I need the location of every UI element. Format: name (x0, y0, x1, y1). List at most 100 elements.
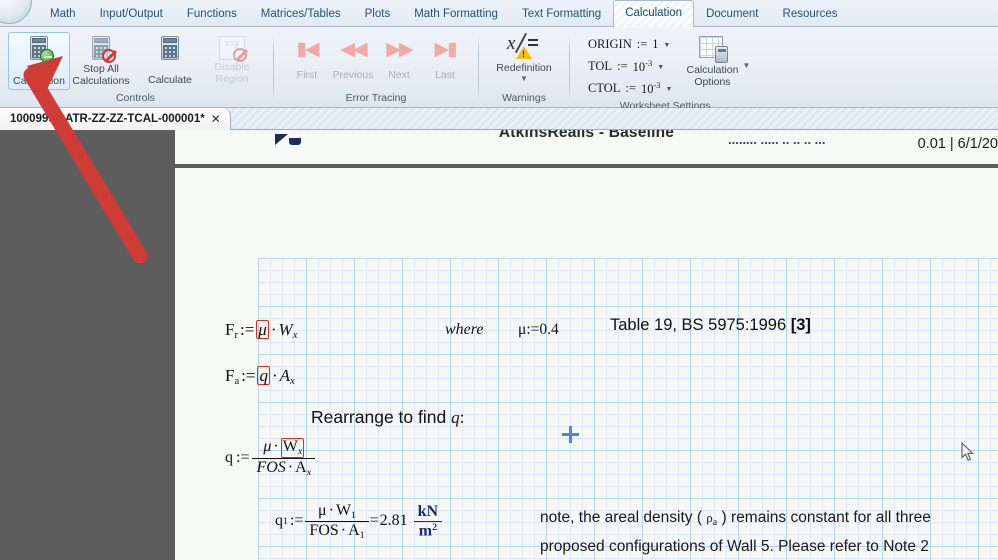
ribbon-body: Auto Calculation Stop All Calculations (0, 27, 998, 107)
eq3-lhs: q (225, 449, 233, 467)
disable-region-label-2: Region (215, 73, 248, 85)
ribbon-tab-strip: MathInput/OutputFunctionsMatrices/Tables… (0, 0, 998, 27)
chevron-down-icon[interactable]: ▼ (520, 75, 528, 83)
stop-all-label-1: Stop All (83, 63, 119, 75)
mu-assign: := (526, 321, 539, 338)
calculate-button[interactable]: Calculate (139, 32, 201, 90)
eq3-numerator: μ·Wx (252, 438, 315, 458)
stop-all-calculations-button[interactable]: Stop All Calculations (70, 32, 132, 90)
worksheet-workspace: AtkinsRéalis - Baseline ........ ..... .… (0, 130, 998, 560)
chevron-down-icon[interactable]: ▼ (657, 63, 664, 71)
ribbon-tab-text-formatting[interactable]: Text Formatting (510, 1, 613, 27)
insertion-crosshair-cursor (562, 426, 579, 443)
group-label-error-tracing: Error Tracing (278, 91, 474, 106)
eq4-numerator: μ·W1 (305, 502, 368, 521)
ribbon-tab-document[interactable]: Document (694, 1, 770, 27)
next-icon: ▶▶ (386, 40, 411, 60)
tol-name: TOL (588, 59, 612, 74)
eq4-unit: kN m2 (414, 503, 442, 540)
origin-assign: := (637, 37, 648, 52)
note-line-1: note, the areal density ( ρa ) remains c… (540, 506, 990, 535)
eq1-assign: := (240, 320, 254, 339)
chevron-down-icon[interactable]: ▼ (664, 41, 671, 49)
origin-setting[interactable]: ORIGIN := 1 ▼ (588, 34, 672, 55)
eq4-result-value: 2.81 (380, 512, 408, 530)
worksheet-settings-values: ORIGIN := 1 ▼ TOL := 10-3 ▼ CTOL (580, 32, 676, 99)
first-label: First (297, 69, 317, 81)
where-label: where (445, 321, 484, 339)
redefinition-button[interactable]: x Redefinition ▼ (489, 32, 559, 83)
rearrange-label: Rearrange to find (311, 407, 446, 427)
next-error-button[interactable]: ▶▶ Next (376, 32, 422, 81)
ribbon-tab-plots[interactable]: Plots (353, 1, 403, 27)
ctol-setting[interactable]: CTOL := 10-3 ▼ (588, 78, 672, 99)
note-text-region[interactable]: note, the areal density ( ρa ) remains c… (540, 506, 990, 560)
equation-q1-result[interactable]: q1:= μ·W1 FOS·A1 = 2.81 kN m2 (275, 502, 442, 541)
auto-calculation-button[interactable]: Auto Calculation (8, 32, 70, 90)
eq4-unit-numerator: kN (414, 503, 442, 521)
ribbon-tab-functions[interactable]: Functions (175, 1, 249, 27)
redefinition-warning-icon: x (507, 34, 541, 60)
previous-icon: ◀◀ (340, 40, 365, 60)
tol-value: 10-3 (633, 58, 653, 75)
disable-region-button[interactable]: x=y Disable Region (201, 32, 263, 88)
page-header-revision: 0.01 | 6/1/20 (918, 136, 998, 152)
last-error-button[interactable]: ▶▮ Last (422, 32, 468, 81)
chevron-down-icon[interactable]: ▼ (666, 85, 673, 93)
application-window: MathInput/OutputFunctionsMatrices/Tables… (0, 0, 998, 560)
tol-assign: := (617, 59, 628, 74)
redefinition-label: Redefinition (496, 62, 551, 74)
ribbon-tab-input-output[interactable]: Input/Output (88, 1, 175, 27)
calculate-label: Calculate (148, 74, 192, 86)
calculator-icon (157, 36, 183, 62)
disable-region-label-1: Disable (214, 61, 249, 73)
ribbon-tab-resources[interactable]: Resources (771, 1, 850, 27)
group-label-controls: Controls (2, 91, 269, 106)
origin-value: 1 (652, 37, 658, 52)
ribbon-tab-matrices-tables[interactable]: Matrices/Tables (249, 1, 353, 27)
note-line-2: proposed configurations of Wall 5. Pleas… (540, 535, 990, 559)
ctol-value: 10-3 (641, 80, 661, 97)
rearrange-variable: q (451, 408, 460, 427)
mu-value: 0.4 (539, 321, 558, 338)
ribbon-tab-math-formatting[interactable]: Math Formatting (402, 1, 510, 27)
document-tab[interactable]: 10009999-ATR-ZZ-ZZ-TCAL-000001* ✕ (0, 108, 231, 130)
calculation-options-button[interactable]: Calculation Options (676, 32, 748, 88)
document-tab-bar: 10009999-ATR-ZZ-ZZ-TCAL-000001* ✕ (0, 108, 998, 130)
eq4-equals: = (370, 512, 379, 530)
first-error-button[interactable]: ▮◀ First (284, 32, 330, 81)
equation-q-rearranged[interactable]: q:= μ·Wx FOS·Ax (225, 438, 315, 478)
stop-all-label-2: Calculations (72, 75, 129, 87)
last-icon: ▶▮ (434, 40, 455, 60)
auto-calculation-label-1: Auto (28, 63, 50, 75)
eq3-fraction: μ·Wx FOS·Ax (252, 438, 315, 478)
disable-region-icon: x=y (219, 36, 245, 60)
page-header: AtkinsRéalis - Baseline ........ ..... .… (175, 130, 998, 164)
eq4-lhs: q (275, 512, 283, 530)
group-label-warnings: Warnings (483, 91, 565, 106)
auto-calculation-label-2: Calculation (13, 75, 65, 87)
last-label: Last (435, 69, 455, 81)
ribbon: MathInput/OutputFunctionsMatrices/Tables… (0, 0, 998, 108)
equation-friction-force[interactable]: Fr:=μ·Wx (225, 320, 297, 341)
reference-text[interactable]: Table 19, BS 5975:1996 [3] (610, 316, 811, 335)
calculation-options-icon (697, 36, 727, 62)
eq4-unit-denominator: m2 (414, 521, 442, 540)
eq3-denominator: FOS·Ax (252, 458, 315, 478)
ribbon-group-warnings: x Redefinition ▼ Warnings (483, 29, 565, 106)
eq2-boxed-variable: q (257, 366, 270, 385)
first-icon: ▮◀ (296, 40, 317, 60)
close-icon[interactable]: ✕ (211, 113, 221, 125)
equation-adhesion-force[interactable]: Fa:=q·Ax (225, 366, 295, 387)
previous-error-button[interactable]: ◀◀ Previous (330, 32, 376, 81)
eq3-boxed-variable: Wx (281, 438, 305, 458)
ribbon-tab-math[interactable]: Math (38, 1, 88, 27)
tol-setting[interactable]: TOL := 10-3 ▼ (588, 56, 672, 77)
ribbon-tab-calculation[interactable]: Calculation (613, 0, 694, 28)
mu-definition[interactable]: μ:=0.4 (518, 321, 559, 339)
chevron-down-icon[interactable]: ▼ (742, 61, 750, 70)
ctol-name: CTOL (588, 81, 620, 96)
eq3-assign: := (236, 449, 249, 467)
ctol-assign: := (625, 81, 636, 96)
rearrange-text-region[interactable]: Rearrange to find q: (311, 407, 464, 428)
